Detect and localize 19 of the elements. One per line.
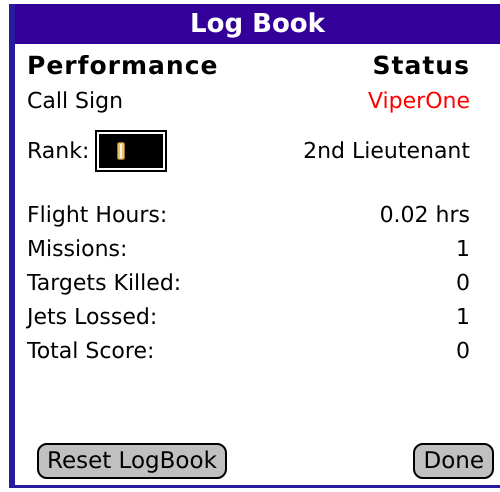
- stat-label: Total Score:: [27, 338, 154, 364]
- stat-label: Jets Lossed:: [27, 304, 158, 330]
- rank-label: Rank:: [27, 138, 90, 164]
- column-heading: Performance: [27, 50, 218, 80]
- rank-value: 2nd Lieutenant: [303, 138, 470, 164]
- stat-value: 0: [456, 270, 470, 296]
- stat-label: Flight Hours:: [27, 202, 168, 228]
- column-heading: Status: [372, 50, 470, 80]
- call-sign-label: Call Sign: [27, 88, 124, 114]
- stat-value: 1: [456, 304, 470, 330]
- stat-label: Targets Killed:: [27, 270, 182, 296]
- stat-label: Missions:: [27, 236, 128, 262]
- reset-button[interactable]: Reset LogBook: [37, 443, 227, 479]
- done-button[interactable]: Done: [413, 443, 494, 479]
- stat-value: 0: [456, 338, 470, 364]
- call-sign-value: ViperOne: [368, 88, 470, 114]
- window-title: Log Book: [15, 4, 500, 44]
- stat-value: 0.02 hrs: [380, 202, 470, 228]
- stat-value: 1: [456, 236, 470, 262]
